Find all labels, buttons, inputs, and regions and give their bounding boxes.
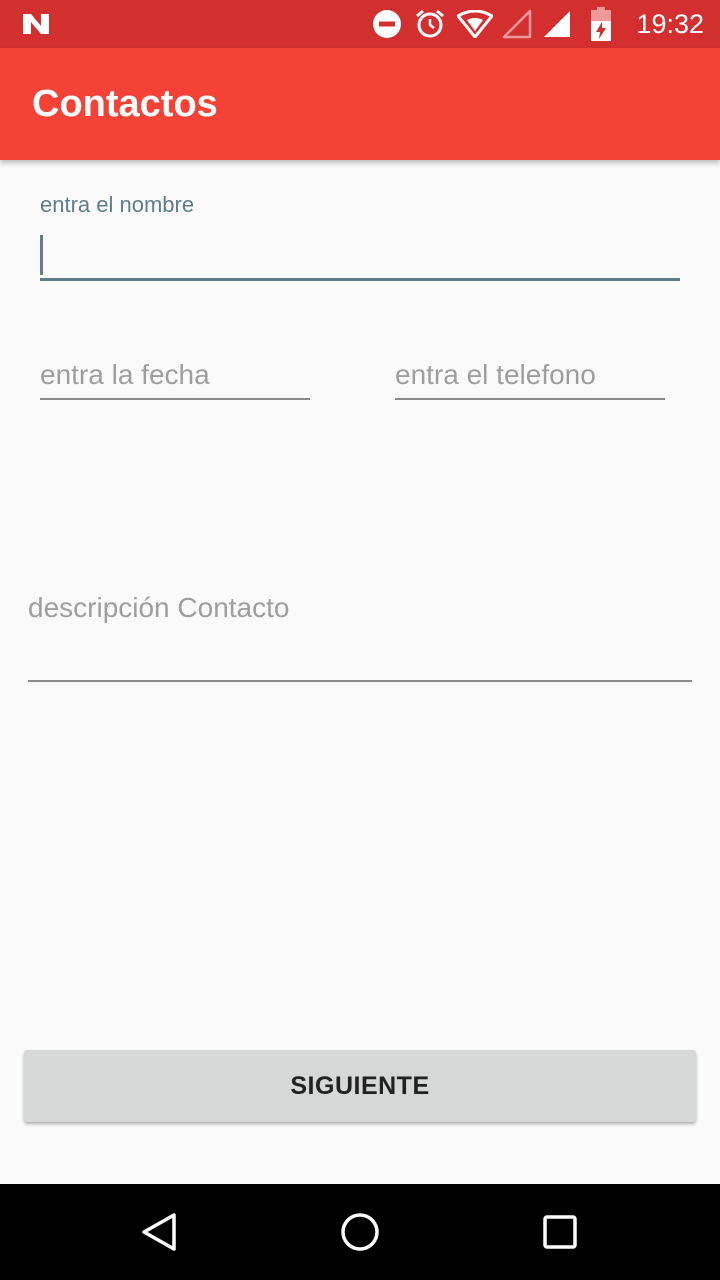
battery-charging-icon [586,0,616,48]
home-icon[interactable] [336,1208,384,1256]
app-bar: Contactos [0,48,720,160]
app-n-icon [18,0,54,48]
nombre-floating-label: entra el nombre [40,192,195,217]
alarm-icon [413,0,447,48]
signal-icon [540,0,574,48]
signal-empty-icon [500,0,534,48]
descripcion-underline [28,680,692,682]
navigation-bar [0,1184,720,1280]
descripcion-input[interactable] [28,586,692,630]
telefono-input[interactable] [395,354,665,396]
fecha-input[interactable] [40,354,310,396]
wifi-icon [456,0,494,48]
nombre-input[interactable] [40,232,680,276]
text-cursor [40,235,43,275]
do-not-disturb-icon [370,0,404,48]
telefono-underline [395,398,665,400]
status-time: 19:32 [636,9,704,39]
siguiente-button[interactable]: SIGUIENTE [24,1050,696,1122]
recents-icon[interactable] [536,1208,584,1256]
page-title: Contactos [32,83,218,125]
fecha-underline [40,398,310,400]
nombre-underline [40,278,680,281]
back-icon[interactable] [136,1208,184,1256]
status-bar: 19:32 [0,0,720,48]
